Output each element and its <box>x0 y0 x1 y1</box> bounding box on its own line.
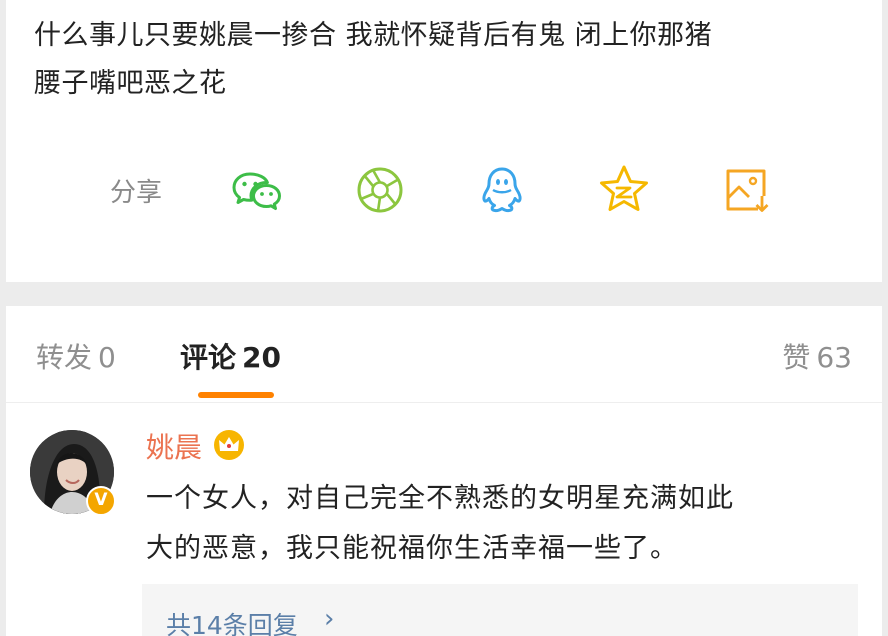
share-label: 分享 <box>110 178 163 208</box>
crown-icon <box>212 428 246 462</box>
verified-badge-icon: V <box>86 486 116 516</box>
replies-box: 共14条回复 › <box>142 584 858 636</box>
tab-comments-label: 评论 <box>180 341 237 374</box>
post-text-line-1: 什么事儿只要姚晨一掺合 我就怀疑背后有鬼 闭上你那猪 <box>34 20 713 51</box>
comment-card: 转发 0 评论 20 赞 63 V 姚晨 一个女人，对自己完全不熟悉的女明星充满… <box>6 306 882 636</box>
moments-icon[interactable] <box>352 162 408 218</box>
tab-comments[interactable]: 评论 20 <box>180 336 281 376</box>
qq-icon[interactable] <box>474 162 530 218</box>
share-row: 分享 <box>6 158 882 218</box>
tab-repost-label: 转发 <box>36 341 93 374</box>
tab-likes-count: 63 <box>816 341 852 374</box>
comment-username[interactable]: 姚晨 <box>146 426 202 466</box>
tab-repost-count: 0 <box>98 341 116 374</box>
qzone-icon[interactable] <box>596 162 652 218</box>
comment-text-line-1: 一个女人，对自己完全不熟悉的女明星充满如此 <box>146 483 734 514</box>
post-text: 什么事儿只要姚晨一掺合 我就怀疑背后有鬼 闭上你那猪 腰子嘴吧恶之花 <box>34 12 864 108</box>
post-text-line-2: 腰子嘴吧恶之花 <box>34 68 227 99</box>
tab-likes-label: 赞 <box>782 341 811 374</box>
comment-text-line-2: 大的恶意，我只能祝福你生活幸福一些了。 <box>146 533 678 564</box>
verified-badge-mark: V <box>94 490 108 510</box>
tab-repost[interactable]: 转发 0 <box>36 336 116 376</box>
active-tab-indicator <box>198 392 274 398</box>
comment-text: 一个女人，对自己完全不熟悉的女明星充满如此 大的恶意，我只能祝福你生活幸福一些了… <box>146 474 866 574</box>
save-image-icon[interactable] <box>718 162 774 218</box>
chevron-right-icon: › <box>324 604 335 634</box>
tab-comments-count: 20 <box>242 341 281 374</box>
view-replies-link[interactable]: 共14条回复 <box>166 606 298 636</box>
wechat-icon[interactable] <box>230 162 286 218</box>
tab-likes[interactable]: 赞 63 <box>782 336 852 376</box>
comment-tabs: 转发 0 评论 20 赞 63 <box>6 306 882 403</box>
post-card: 什么事儿只要姚晨一掺合 我就怀疑背后有鬼 闭上你那猪 腰子嘴吧恶之花 分享 <box>6 0 882 282</box>
page: 什么事儿只要姚晨一掺合 我就怀疑背后有鬼 闭上你那猪 腰子嘴吧恶之花 分享 转发… <box>0 0 888 636</box>
